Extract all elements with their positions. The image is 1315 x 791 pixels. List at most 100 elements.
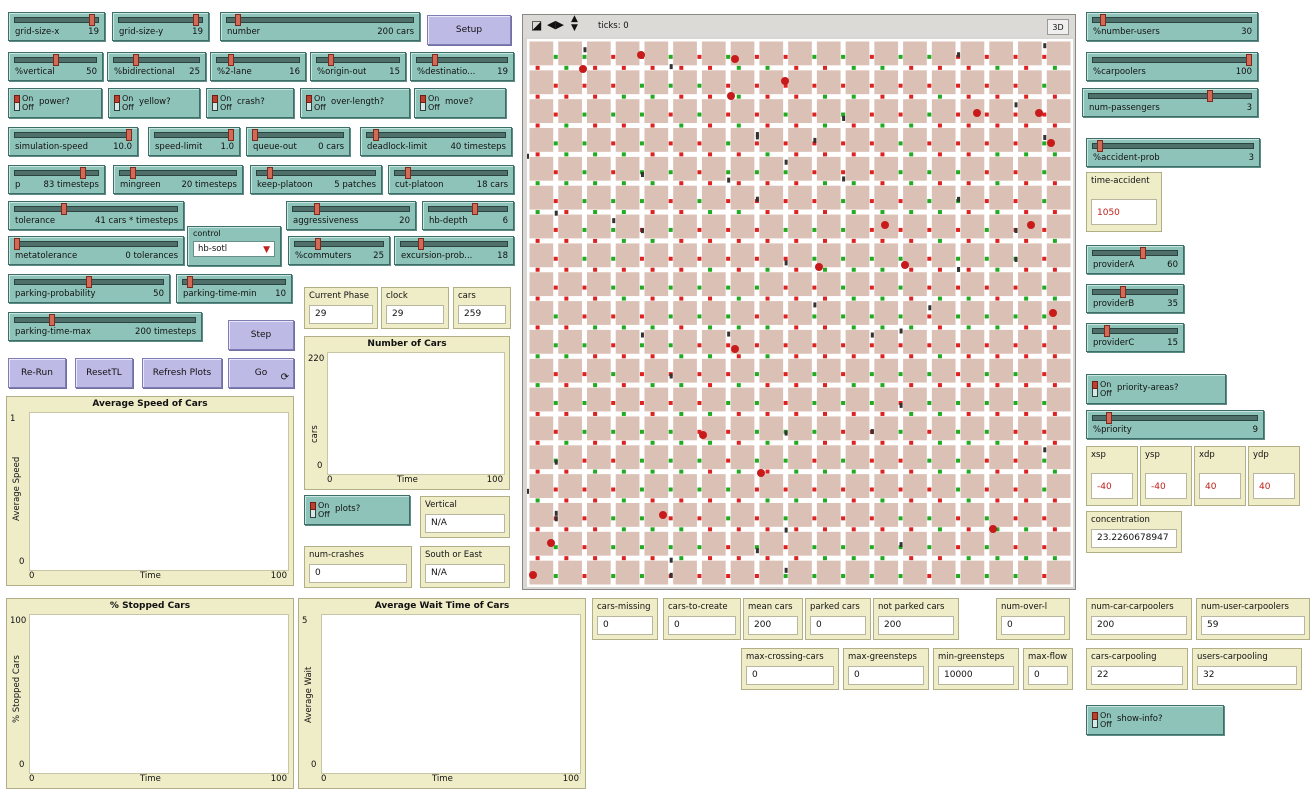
slider-handle[interactable] [314,203,321,215]
slider-track[interactable] [252,132,344,138]
refresh-plots-button[interactable]: Refresh Plots [142,358,222,388]
slider-mingreen[interactable]: mingreen 20 timesteps [113,165,243,194]
slider-track[interactable] [182,279,286,285]
resettl-button[interactable]: ResetTL [75,358,133,388]
slider-accident-prob[interactable]: %accident-prob 3 [1086,138,1260,167]
slider-queue-out[interactable]: queue-out 0 cars [246,127,350,156]
slider-carpoolers[interactable]: %carpoolers 100 [1086,52,1258,81]
slider-track[interactable] [226,17,414,23]
slider-handle[interactable] [404,167,411,179]
slider-hb-depth[interactable]: hb-depth 6 [422,201,514,230]
slider-number[interactable]: number 200 cars [220,12,420,41]
slider-handle[interactable] [133,54,140,66]
slider-simulation-speed[interactable]: simulation-speed 10.0 [8,127,138,156]
slider-track[interactable] [428,206,508,212]
slider-handle[interactable] [252,129,258,141]
slider-track[interactable] [1092,17,1252,23]
input-ysp[interactable]: ysp -40 [1140,446,1192,506]
slider-handle[interactable] [1096,140,1103,152]
slider-number-users[interactable]: %number-users 30 [1086,12,1258,41]
slider-handle[interactable] [472,203,479,215]
resize-horizontal-icon[interactable]: ◀▶ [547,18,564,31]
slider-p[interactable]: p 83 timesteps [8,165,105,194]
slider-handle[interactable] [86,276,92,288]
slider-track[interactable] [1092,415,1258,421]
slider-keep-platoon[interactable]: keep-platoon 5 patches [250,165,382,194]
switch-show-info[interactable]: On Off show-info? [1086,705,1224,735]
input-field[interactable]: -40 [1091,473,1133,499]
slider-priority[interactable]: %priority 9 [1086,410,1264,439]
slider-providerC[interactable]: providerC 15 [1086,323,1184,352]
slider-providerA[interactable]: providerA 60 [1086,245,1184,274]
chooser-value[interactable]: hb-sotl ▼ [193,241,275,257]
toggle-control[interactable]: On Off [306,94,326,112]
switch-move[interactable]: On Off move? [414,88,506,118]
world-view[interactable]: ◪ ◀▶ ▲ ▼ ticks: 0 3D [522,14,1076,590]
slider-parking-time-max[interactable]: parking-time-max 200 timesteps [8,312,202,341]
slider-handle[interactable] [49,314,56,326]
input-field[interactable]: 40 [1199,473,1241,499]
switch-yellow[interactable]: On Off yellow? [108,88,200,118]
step-button[interactable]: Step [228,320,294,350]
slider-deadlock-limit[interactable]: deadlock-limit 40 timesteps [360,127,512,156]
slider-handle[interactable] [61,203,68,215]
slider-track[interactable] [118,17,203,23]
slider-track[interactable] [416,57,508,63]
slider-handle[interactable] [315,238,321,250]
input-field[interactable]: 40 [1253,473,1295,499]
slider-handle[interactable] [52,54,59,66]
input-ydp[interactable]: ydp 40 [1248,446,1300,506]
slider-grid-size-y[interactable]: grid-size-y 19 [112,12,209,41]
slider-parking-time-min[interactable]: parking-time-min 10 [176,274,292,303]
slider-handle[interactable] [126,129,132,141]
slider-commuters[interactable]: %commuters 25 [288,236,390,265]
toggle-control[interactable]: On Off [114,94,134,112]
slider-handle[interactable] [327,54,334,66]
slider-track[interactable] [119,170,237,176]
slider-track[interactable] [400,241,508,247]
slider-track[interactable] [294,241,384,247]
slider-handle[interactable] [1104,325,1110,337]
slider-track[interactable] [14,132,132,138]
slider-destination[interactable]: %destinatio... 19 [410,52,514,81]
slider-aggressiveness[interactable]: aggressiveness 20 [286,201,416,230]
slider-track[interactable] [366,132,506,138]
slider-track[interactable] [14,17,99,23]
slider-track[interactable] [14,317,196,323]
3d-button[interactable]: 3D [1047,19,1069,35]
switch-plots[interactable]: On Off plots? [304,495,410,525]
slider-cut-platoon[interactable]: cut-platoon 18 cars [388,165,514,194]
slider-providerB[interactable]: providerB 35 [1086,284,1184,313]
switch-power[interactable]: On Off power? [8,88,102,118]
switch-crash[interactable]: On Off crash? [206,88,294,118]
slider-metatolerance[interactable]: metatolerance 0 tolerances [8,236,184,265]
slider-track[interactable] [292,206,410,212]
slider-handle[interactable] [1099,14,1106,26]
switch-priority-areas[interactable]: On Off priority-areas? [1086,374,1226,404]
toggle-control[interactable]: On Off [14,94,34,112]
slider-track[interactable] [1092,289,1178,295]
slider-handle[interactable] [267,167,274,179]
slider-2-lane[interactable]: %2-lane 16 [210,52,306,81]
toggle-knob[interactable] [306,95,312,103]
slider-handle[interactable] [14,238,20,250]
setup-button[interactable]: Setup [427,15,511,45]
slider-track[interactable] [1088,93,1252,99]
slider-handle[interactable] [1206,90,1213,102]
toggle-knob[interactable] [1092,381,1098,389]
slider-origin-out[interactable]: %origin-out 15 [310,52,406,81]
slider-track[interactable] [14,241,178,247]
slider-bidirectional[interactable]: %bidirectional 25 [107,52,206,81]
toggle-knob[interactable] [14,95,20,103]
slider-track[interactable] [1092,57,1252,63]
slider-num-passengers[interactable]: num-passengers 3 [1082,88,1258,117]
toggle-knob[interactable] [310,502,316,510]
slider-handle[interactable] [79,167,86,179]
slider-parking-probability[interactable]: parking-probability 50 [8,274,170,303]
slider-grid-size-x[interactable]: grid-size-x 19 [8,12,105,41]
slider-track[interactable] [394,170,508,176]
slider-handle[interactable] [228,54,235,66]
toggle-control[interactable]: On Off [1092,380,1112,398]
resize-vertical-icon[interactable]: ▲ ▼ [571,15,578,33]
slider-handle[interactable] [228,129,234,141]
